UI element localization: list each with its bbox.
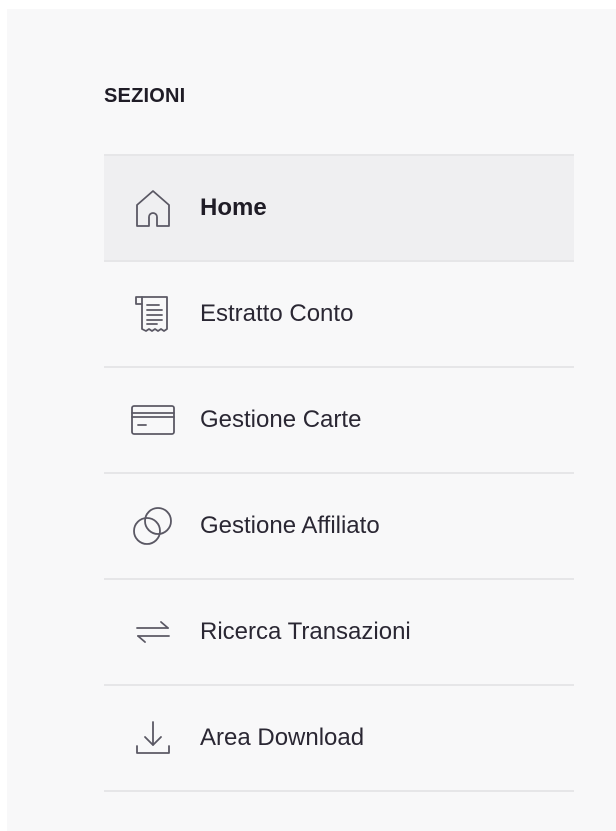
sidebar-item-label: Gestione Carte (200, 406, 362, 433)
sidebar-item-home[interactable]: Home (104, 156, 574, 262)
sidebar: SEZIONI Home Estratto Conto Gestione Car… (7, 9, 616, 831)
sidebar-item-label: Estratto Conto (200, 300, 354, 327)
sidebar-item-label: Home (200, 194, 267, 221)
sidebar-item-gestione-carte[interactable]: Gestione Carte (104, 368, 574, 474)
home-icon (127, 182, 179, 234)
sidebar-item-gestione-affiliato[interactable]: Gestione Affiliato (104, 474, 574, 580)
sidebar-item-ricerca-transazioni[interactable]: Ricerca Transazioni (104, 580, 574, 686)
sidebar-menu: Home Estratto Conto Gestione Carte Gesti… (104, 154, 574, 792)
transfer-arrows-icon (127, 606, 179, 658)
section-title: SEZIONI (104, 85, 186, 107)
sidebar-item-area-download[interactable]: Area Download (104, 686, 574, 792)
credit-card-icon (127, 394, 179, 446)
sidebar-item-estratto-conto[interactable]: Estratto Conto (104, 262, 574, 368)
sidebar-item-label: Gestione Affiliato (200, 512, 380, 539)
sidebar-item-label: Area Download (200, 724, 365, 751)
overlapping-circles-icon (127, 500, 179, 552)
receipt-icon (127, 288, 179, 340)
download-icon (127, 712, 179, 764)
sidebar-item-label: Ricerca Transazioni (200, 618, 411, 645)
